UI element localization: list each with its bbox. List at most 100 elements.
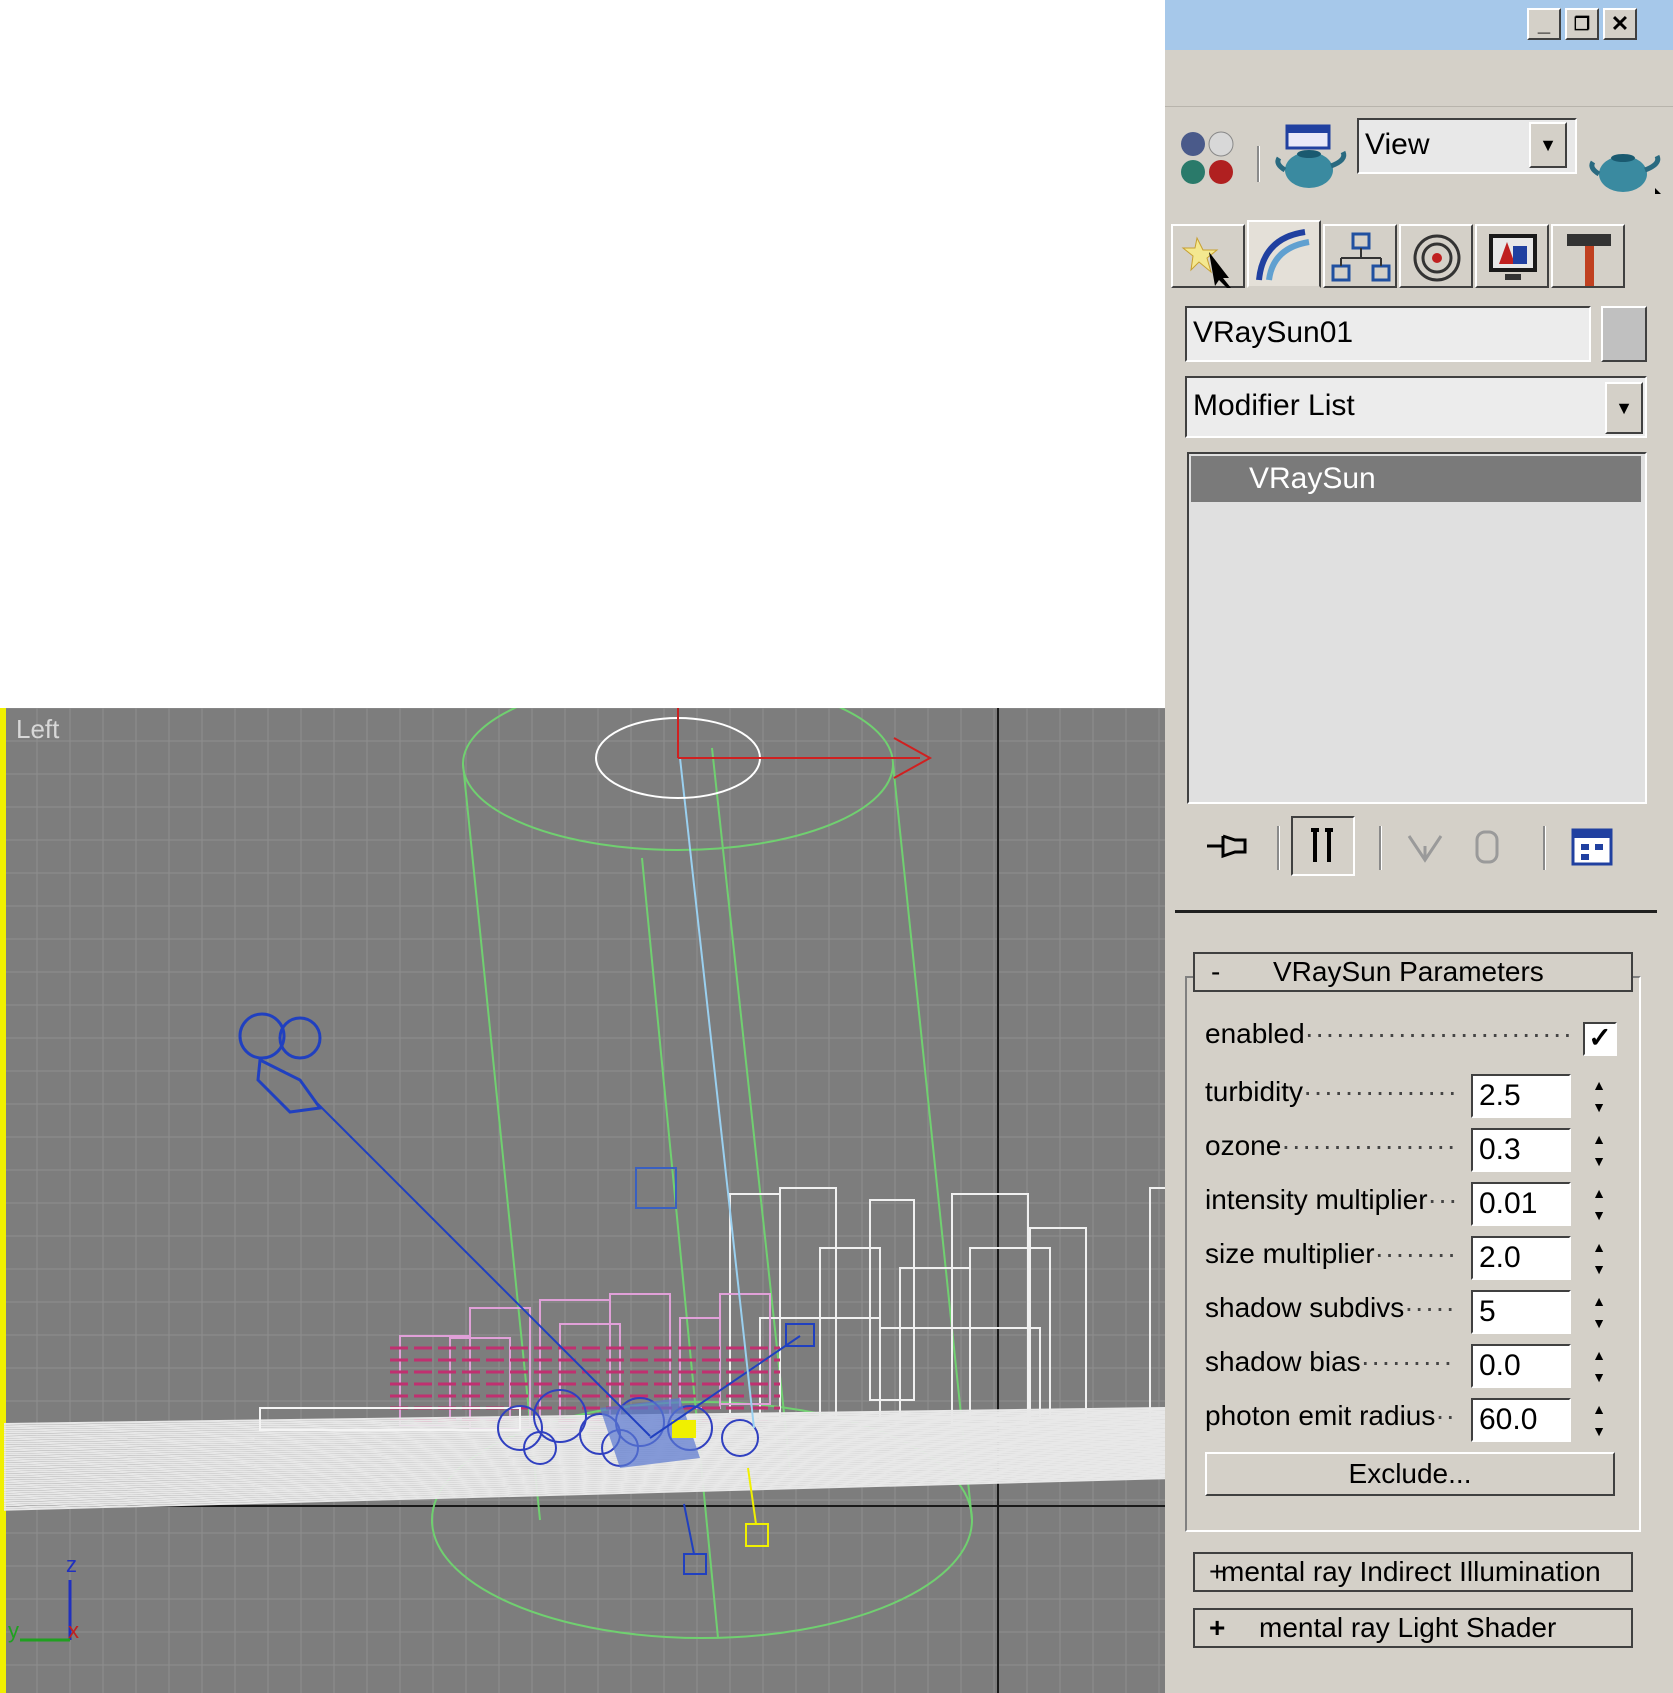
modifier-list-arrow[interactable]: ▼ <box>1605 382 1643 434</box>
stack-separator-2 <box>1379 826 1382 870</box>
building-wireframe-pink <box>449 1337 511 1419</box>
param-spinner[interactable]: ▲ ▼ <box>1585 1398 1613 1442</box>
param-spinner[interactable]: ▲ ▼ <box>1585 1128 1613 1172</box>
spinner-down-icon[interactable]: ▼ <box>1585 1204 1613 1226</box>
display-tab[interactable] <box>1475 224 1549 288</box>
light-object <box>635 1167 677 1209</box>
rollout-title: VRaySun Parameters <box>1273 956 1544 987</box>
command-panel: _ ❐ ✕ View ▼ VRaySun01 Modifier List ▼ V… <box>1165 0 1673 1693</box>
param-value-input[interactable]: 60.0 <box>1471 1398 1571 1442</box>
building-wireframe <box>1029 1227 1087 1419</box>
modifier-stack[interactable]: VRaySun <box>1187 452 1647 804</box>
stack-item-vraysun[interactable]: VRaySun <box>1191 456 1641 502</box>
camera-reel <box>238 1012 286 1060</box>
mental-ray-indirect-illumination-header[interactable]: + mental ray Indirect Illumination <box>1193 1552 1633 1592</box>
hierarchy-tab[interactable] <box>1323 224 1397 288</box>
spinner-up-icon[interactable]: ▲ <box>1585 1290 1613 1312</box>
panel-divider <box>1175 910 1657 913</box>
param-value-input[interactable]: 2.5 <box>1471 1074 1571 1118</box>
material-editor-icon[interactable] <box>1175 126 1241 190</box>
render-setup-icon[interactable] <box>1273 122 1353 194</box>
spinner-down-icon[interactable]: ▼ <box>1585 1150 1613 1172</box>
spinner-up-icon[interactable]: ▲ <box>1585 1344 1613 1366</box>
modify-tab[interactable] <box>1247 220 1321 288</box>
configure-modifier-sets-icon[interactable] <box>1565 816 1621 876</box>
modifier-list-dropdown[interactable]: Modifier List <box>1185 376 1647 438</box>
param-label-enabled: enabled·································… <box>1205 1018 1575 1049</box>
param-value-input[interactable]: 0.01 <box>1471 1182 1571 1226</box>
viewport-scene[interactable] <box>0 708 1165 1693</box>
param-value-input[interactable]: 0.3 <box>1471 1128 1571 1172</box>
utilities-tab[interactable] <box>1551 224 1625 288</box>
camera-target-line <box>317 1103 651 1437</box>
param-spinner[interactable]: ▲ ▼ <box>1585 1344 1613 1388</box>
axis-label-x: x <box>68 1618 79 1643</box>
sun-direction-line <box>679 757 755 1429</box>
exclude-button[interactable]: Exclude... <box>1205 1452 1615 1496</box>
selected-object-marker <box>672 1420 696 1438</box>
param-value-input[interactable]: 2.0 <box>1471 1236 1571 1280</box>
param-label: size multiplier·························… <box>1205 1238 1455 1269</box>
quick-render-icon[interactable] <box>1589 140 1663 196</box>
param-label: ozone·························· <box>1205 1130 1455 1161</box>
param-spinner[interactable]: ▲ ▼ <box>1585 1236 1613 1280</box>
viewport-label[interactable]: Left <box>16 714 59 745</box>
spinner-down-icon[interactable]: ▼ <box>1585 1312 1613 1334</box>
mental-ray-light-shader-header[interactable]: + mental ray Light Shader <box>1193 1608 1633 1648</box>
spinner-down-icon[interactable]: ▼ <box>1585 1420 1613 1442</box>
stack-separator-3 <box>1543 826 1546 870</box>
axis-label-y: y <box>8 1618 19 1643</box>
view-dropdown-arrow[interactable]: ▼ <box>1529 122 1567 168</box>
empty-canvas-area <box>0 0 1165 708</box>
param-label: shadow bias·························· <box>1205 1346 1455 1377</box>
camera-target-box <box>683 1553 707 1575</box>
building-wireframe <box>869 1199 915 1401</box>
camera-target-line <box>683 1503 695 1555</box>
rollout-title: mental ray Light Shader <box>1259 1612 1557 1643</box>
stack-separator <box>1277 826 1280 870</box>
param-spinner[interactable]: ▲ ▼ <box>1585 1182 1613 1226</box>
enabled-checkbox[interactable]: ✓ <box>1583 1022 1617 1056</box>
restore-button[interactable]: ❐ <box>1565 8 1599 40</box>
building-wireframe <box>951 1193 1029 1425</box>
rollout-expand-toggle[interactable]: + <box>1209 1610 1225 1646</box>
param-value-input[interactable]: 5 <box>1471 1290 1571 1334</box>
make-unique-icon[interactable] <box>1397 816 1453 876</box>
motion-tab[interactable] <box>1399 224 1473 288</box>
pin-stack-icon[interactable] <box>1201 816 1257 876</box>
spinner-up-icon[interactable]: ▲ <box>1585 1236 1613 1258</box>
minimize-button[interactable]: _ <box>1527 8 1561 40</box>
show-end-result-icon[interactable] <box>1291 816 1355 876</box>
param-spinner[interactable]: ▲ ▼ <box>1585 1074 1613 1118</box>
menu-bar <box>1165 50 1673 107</box>
spinner-up-icon[interactable]: ▲ <box>1585 1398 1613 1420</box>
left-viewport[interactable]: Left z y x <box>0 708 1165 1693</box>
remove-modifier-icon[interactable] <box>1459 816 1515 876</box>
param-label: photon emit radius······················… <box>1205 1400 1455 1431</box>
param-spinner[interactable]: ▲ ▼ <box>1585 1290 1613 1334</box>
object-color-swatch[interactable] <box>1601 306 1647 362</box>
building-wireframe <box>1149 1187 1165 1419</box>
param-label: intensity multiplier····················… <box>1205 1184 1455 1215</box>
spinner-down-icon[interactable]: ▼ <box>1585 1258 1613 1280</box>
rollout-collapse-toggle[interactable]: - <box>1211 954 1220 990</box>
toolbar-separator <box>1257 146 1260 182</box>
spinner-down-icon[interactable]: ▼ <box>1585 1096 1613 1118</box>
rollout-title: mental ray Indirect Illumination <box>1221 1556 1601 1587</box>
param-label: shadow subdivs·························· <box>1205 1292 1455 1323</box>
spinner-up-icon[interactable]: ▲ <box>1585 1182 1613 1204</box>
axis-label-z: z <box>66 1552 77 1577</box>
photon-cylinder-edge <box>641 857 719 1639</box>
spinner-up-icon[interactable]: ▲ <box>1585 1074 1613 1096</box>
building-wireframe-pink <box>399 1335 471 1427</box>
close-button[interactable]: ✕ <box>1603 8 1637 40</box>
spinner-up-icon[interactable]: ▲ <box>1585 1128 1613 1150</box>
create-tab[interactable] <box>1171 224 1245 288</box>
spinner-down-icon[interactable]: ▼ <box>1585 1366 1613 1388</box>
panel-titlebar: _ ❐ ✕ <box>1165 0 1673 50</box>
param-label: turbidity·························· <box>1205 1076 1455 1107</box>
building-wireframe <box>779 1187 837 1419</box>
param-value-input[interactable]: 0.0 <box>1471 1344 1571 1388</box>
object-name-field[interactable]: VRaySun01 <box>1185 306 1591 362</box>
vraysun-parameters-header[interactable]: - VRaySun Parameters <box>1193 952 1633 992</box>
